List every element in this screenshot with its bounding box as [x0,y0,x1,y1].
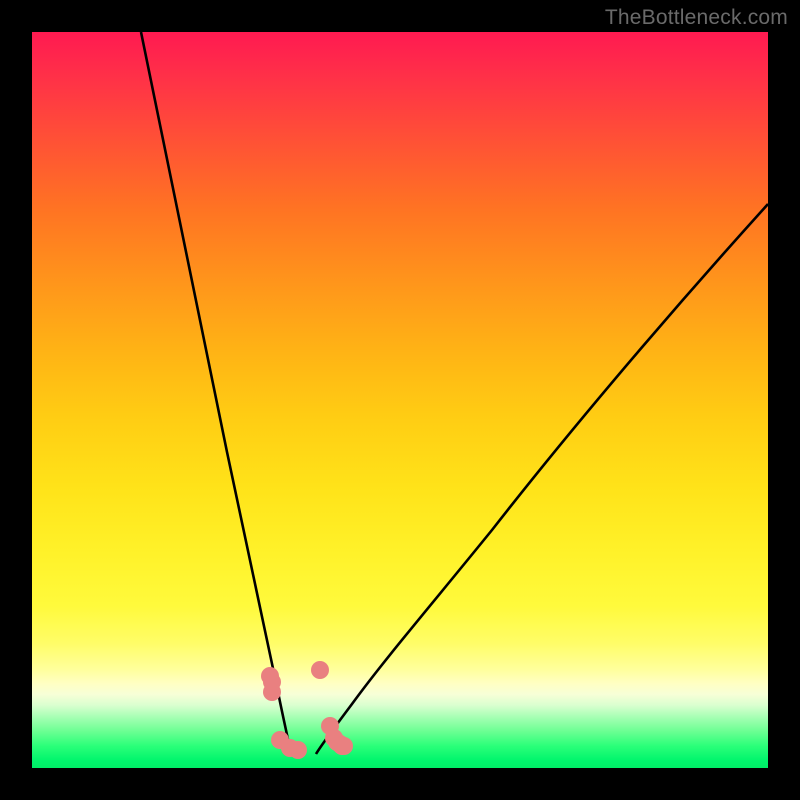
plot-area [32,32,768,768]
watermark-text: TheBottleneck.com [605,6,788,30]
outer-frame: TheBottleneck.com [0,0,800,800]
chart-svg [32,32,768,768]
dots-left [261,667,307,759]
curve-right [316,204,768,754]
curve-left [141,32,290,750]
dots-right [311,661,353,755]
